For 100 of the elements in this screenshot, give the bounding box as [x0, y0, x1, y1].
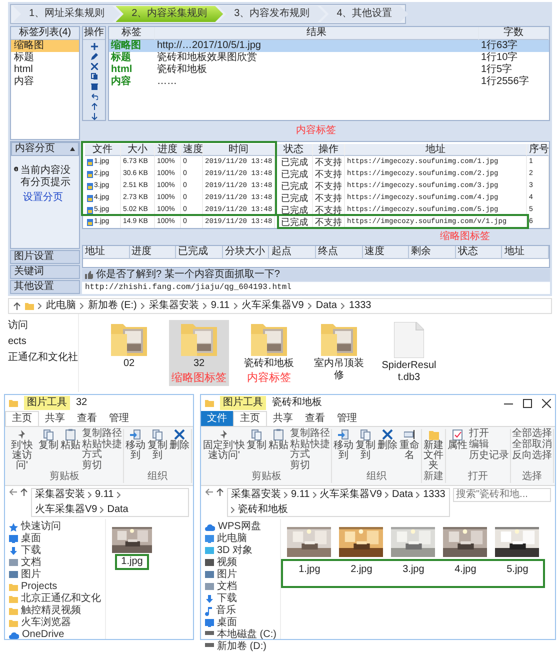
back-icon[interactable]: [9, 488, 17, 496]
ribbon-button[interactable]: 编辑: [469, 440, 509, 450]
folder-item[interactable]: 室内吊顶装修: [309, 320, 369, 386]
nav-item[interactable]: 桌面: [205, 617, 276, 629]
ribbon-button[interactable]: 移动到: [333, 429, 354, 471]
nav-item[interactable]: 触控精灵视频: [9, 605, 101, 617]
close-icon[interactable]: [542, 398, 551, 408]
ribbon-button[interactable]: 反向选择: [512, 451, 552, 461]
ribbon-tab[interactable]: 查看: [71, 411, 103, 426]
table-row[interactable]: 标题 瓷砖和地板效果图欣赏 1行10字: [109, 52, 549, 64]
address-bar[interactable]: 此电脑 新加卷 (E:) 采集器安装 9.11 火车采集器V9 Data 1333: [8, 298, 552, 314]
file-name[interactable]: 1.jpg: [117, 556, 147, 568]
ribbon-button[interactable]: 删除: [169, 429, 190, 471]
ribbon-tab[interactable]: 管理: [103, 411, 135, 426]
panel-header[interactable]: 图片设置: [10, 250, 80, 264]
step-tab[interactable]: 3、内容发布规则: [218, 6, 326, 22]
file-name[interactable]: 2.jpg: [346, 564, 376, 576]
nav-item[interactable]: 图片: [205, 569, 276, 581]
step-tab[interactable]: 1、网址采集规则: [13, 6, 121, 22]
ribbon-tab[interactable]: 共享: [39, 411, 71, 426]
collapse-icon[interactable]: [70, 147, 75, 151]
ribbon-button[interactable]: 复制到: [355, 429, 376, 471]
down-arrow-icon[interactable]: [90, 113, 98, 120]
add-icon[interactable]: [90, 43, 98, 50]
tag-item[interactable]: html: [11, 64, 79, 76]
panel-header[interactable]: 关键词: [10, 265, 80, 279]
ribbon-button[interactable]: 剪切: [82, 461, 122, 471]
panel-header[interactable]: 其他设置: [10, 280, 80, 294]
ribbon-tab[interactable]: 文件: [201, 411, 233, 426]
folder-item[interactable]: 02: [99, 320, 159, 386]
delete-icon[interactable]: [90, 63, 98, 70]
ribbon-tab[interactable]: 共享: [267, 411, 299, 426]
nav-item[interactable]: 文档: [9, 557, 101, 569]
ribbon-button[interactable]: 复制到: [147, 429, 168, 471]
nav-item[interactable]: 下载: [205, 593, 276, 605]
ribbon-button[interactable]: 移动到: [125, 429, 146, 471]
ribbon-button[interactable]: 历史记录: [469, 451, 509, 461]
nav-item[interactable]: 3D 对象: [205, 545, 276, 557]
nav-item[interactable]: 正通亿和文化社: [8, 352, 78, 364]
step-tab[interactable]: 2、内容采集规则: [116, 6, 224, 22]
nav-item[interactable]: OneDrive: [9, 629, 101, 641]
ribbon-button[interactable]: 全部选择: [512, 429, 552, 439]
table-row[interactable]: html 瓷砖和地板 1行5字: [109, 64, 549, 76]
nav-item[interactable]: 此电脑: [205, 533, 276, 545]
file-name[interactable]: 3.jpg: [398, 564, 428, 576]
breadcrumb-item[interactable]: 此电脑: [46, 300, 76, 312]
tag-item[interactable]: 标题: [11, 52, 79, 64]
table-row[interactable]: 内容 …… 1行2556字: [109, 76, 549, 88]
ribbon-button[interactable]: 打开: [469, 429, 509, 439]
ribbon-button[interactable]: 属性: [447, 429, 468, 471]
breadcrumb-item[interactable]: 9.11: [95, 489, 114, 501]
ribbon-button[interactable]: 重命名: [399, 429, 420, 471]
up-icon[interactable]: [216, 488, 224, 496]
ribbon-button[interactable]: 复制: [38, 429, 59, 471]
back-icon[interactable]: [205, 488, 213, 496]
up-icon[interactable]: [20, 488, 28, 496]
nav-item[interactable]: WPS网盘: [205, 521, 276, 533]
folder-item[interactable]: 瓷砖和地板 内容标签: [239, 320, 299, 386]
ribbon-button[interactable]: 复制: [246, 429, 267, 471]
ribbon-button[interactable]: 全部取消: [512, 440, 552, 450]
ribbon-button[interactable]: 粘贴快捷方式: [82, 440, 122, 460]
ribbon-button[interactable]: 新建文件夹: [423, 429, 444, 471]
table-row[interactable]: 缩略图 http://…2017/10/5/1.jpg 1行63字: [109, 40, 549, 52]
breadcrumb-item[interactable]: Data: [392, 489, 414, 501]
nav-item[interactable]: 视频: [205, 557, 276, 569]
breadcrumb-item[interactable]: Data: [316, 300, 337, 312]
search-field[interactable]: 搜索"瓷砖和地...: [453, 488, 551, 502]
nav-item[interactable]: 快速访问: [9, 521, 101, 533]
nav-item[interactable]: 文档: [205, 581, 276, 593]
tag-item[interactable]: 内容: [11, 76, 79, 88]
step-tab[interactable]: 4、其他设置: [320, 6, 408, 22]
file-name[interactable]: 4.jpg: [450, 564, 480, 576]
nav-item[interactable]: 访问: [8, 320, 78, 332]
breadcrumb-item[interactable]: 采集器安装: [148, 300, 199, 312]
breadcrumb-item[interactable]: 新加卷 (E:): [88, 300, 137, 312]
ribbon-tab[interactable]: 主页: [233, 411, 267, 426]
nav-item[interactable]: 火车浏览器: [9, 617, 101, 629]
ribbon-button[interactable]: 固定到'快速访问': [203, 429, 245, 471]
file-name[interactable]: 5.jpg: [502, 564, 532, 576]
breadcrumb-item[interactable]: 9.11: [210, 300, 230, 312]
nav-item[interactable]: 音乐: [205, 605, 276, 617]
address-bar[interactable]: 采集器安装 9.11 火车采集器V9 Data: [31, 488, 189, 517]
nav-item[interactable]: 新加卷 (D:): [205, 641, 276, 653]
ribbon-button[interactable]: 复制路径: [82, 429, 122, 439]
ribbon-button[interactable]: 到'快速访问': [7, 429, 37, 471]
breadcrumb-item[interactable]: 火车采集器V9: [320, 489, 382, 501]
ribbon-button[interactable]: 复制路径: [290, 429, 330, 439]
ribbon-context-tab[interactable]: 图片工具: [220, 396, 266, 410]
breadcrumb-item[interactable]: 采集器安装: [231, 489, 281, 501]
ribbon-tab[interactable]: 管理: [331, 411, 363, 426]
copy-icon[interactable]: [90, 73, 98, 80]
up-icon[interactable]: [13, 302, 21, 310]
settings-link[interactable]: 设置分页: [11, 192, 79, 204]
folder-item[interactable]: SpiderResult.db3: [379, 320, 439, 386]
nav-item[interactable]: 本地磁盘 (C:): [205, 629, 276, 641]
tag-item[interactable]: 缩略图: [11, 40, 79, 52]
breadcrumb-item[interactable]: 火车采集器V9: [242, 300, 304, 312]
breadcrumb-item[interactable]: Data: [107, 504, 128, 516]
breadcrumb-item[interactable]: 瓷砖和地板: [238, 504, 288, 516]
file-name[interactable]: 1.jpg: [294, 564, 324, 576]
